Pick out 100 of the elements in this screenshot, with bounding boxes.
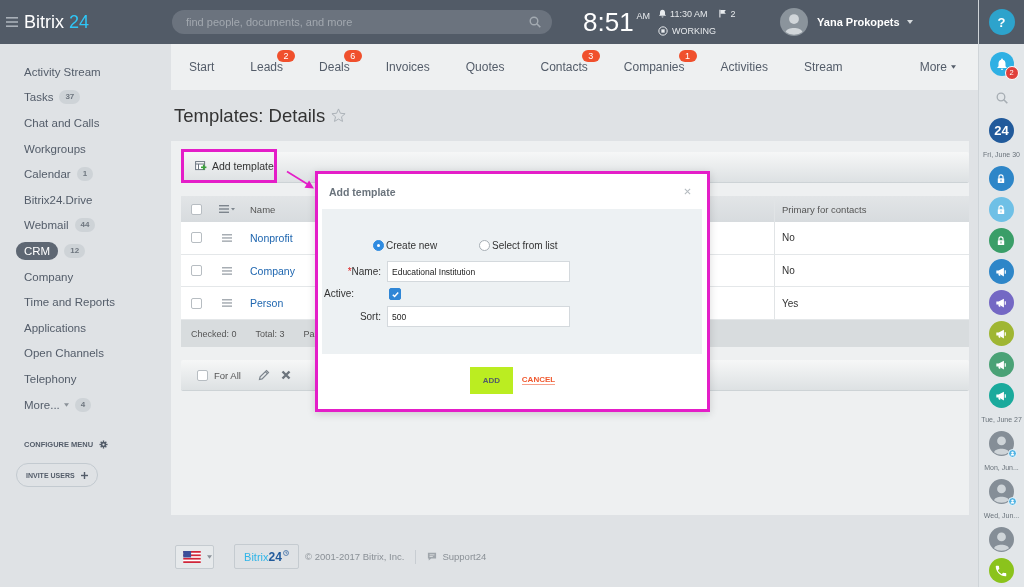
menu-icon[interactable] — [6, 17, 18, 27]
add-button[interactable]: ADD — [469, 366, 513, 394]
text-field[interactable]: 500 — [387, 306, 570, 327]
chat-icon[interactable] — [427, 552, 438, 561]
template-link[interactable]: Person — [250, 297, 284, 310]
pencil-icon[interactable] — [257, 369, 270, 382]
megaphone-icon[interactable] — [989, 352, 1014, 377]
annotation-arrow — [286, 170, 315, 191]
template-link[interactable]: Company — [250, 264, 295, 277]
text-field[interactable]: Educational Institution — [387, 261, 570, 282]
megaphone-icon[interactable] — [989, 383, 1014, 408]
checkbox[interactable] — [197, 369, 208, 381]
sidebar-item[interactable]: Open Channels — [24, 346, 104, 361]
counter-badge: 1 — [76, 167, 94, 182]
lock-icon[interactable] — [989, 228, 1014, 253]
caret-icon[interactable] — [951, 65, 956, 69]
nav-tab[interactable]: Deals 6 — [301, 44, 368, 90]
nav-tab[interactable]: Start — [171, 44, 233, 90]
record-icon[interactable] — [658, 25, 669, 36]
table-cell: Yes — [782, 297, 799, 309]
cancel-link[interactable]: CANCEL — [521, 375, 556, 385]
checkbox[interactable] — [389, 288, 401, 300]
sidebar-item[interactable]: Calendar — [24, 167, 71, 182]
nav-tab[interactable]: Activities — [702, 44, 786, 90]
star-icon[interactable] — [331, 108, 347, 123]
sidebar-item[interactable]: Webmail — [24, 218, 69, 233]
bell-icon[interactable] — [989, 52, 1014, 76]
template-link[interactable]: Nonprofit — [250, 231, 293, 244]
caret-icon[interactable] — [207, 554, 212, 559]
megaphone-icon[interactable] — [989, 290, 1014, 315]
checkbox[interactable] — [190, 297, 202, 309]
dialog-title: Add template — [329, 185, 396, 198]
radio-button[interactable] — [479, 239, 490, 251]
close-icon[interactable] — [684, 188, 691, 195]
column-header[interactable]: Name — [250, 203, 276, 215]
clock-period: AM — [636, 11, 651, 21]
counter-badge: 3 — [581, 50, 600, 62]
row-menu-icon[interactable] — [222, 233, 232, 242]
search-icon[interactable] — [995, 92, 1008, 104]
user-avatar[interactable] — [989, 431, 1014, 456]
nav-tab[interactable]: Invoices — [367, 44, 448, 90]
sidebar-item[interactable]: Bitrix24.Drive — [24, 192, 93, 207]
sidebar-item[interactable]: CRM — [16, 241, 59, 260]
field-label: Name: — [351, 266, 381, 277]
nav-tab[interactable]: Quotes — [447, 44, 523, 90]
sidebar-item[interactable]: Telephony — [24, 371, 77, 386]
language-dropdown[interactable] — [175, 544, 214, 569]
clock-icon — [282, 550, 289, 556]
nav-tab[interactable]: Stream — [785, 44, 861, 90]
settings-icon[interactable] — [99, 439, 109, 449]
checkbox[interactable] — [190, 232, 202, 244]
column-settings-icon[interactable] — [219, 204, 235, 214]
flag-count: 2 — [730, 8, 736, 19]
phone-icon[interactable] — [989, 558, 1014, 583]
add-template-button[interactable]: Add template — [195, 160, 274, 172]
row-menu-icon[interactable] — [222, 266, 232, 275]
checkbox[interactable] — [190, 265, 202, 277]
sidebar-item[interactable]: Company — [24, 269, 74, 284]
megaphone-icon[interactable] — [989, 259, 1014, 284]
logo[interactable]: Bitrix 24 — [24, 11, 90, 32]
chat-logo-button[interactable]: 24 — [989, 118, 1014, 143]
nav-tab[interactable]: More — [901, 44, 978, 90]
plus-icon[interactable] — [80, 471, 88, 479]
checkbox[interactable] — [190, 203, 202, 215]
lock-icon[interactable] — [989, 166, 1014, 191]
nav-tab[interactable]: Companies 1 — [605, 44, 703, 90]
search-icon[interactable] — [529, 16, 541, 28]
sidebar-item[interactable]: More... — [24, 397, 69, 412]
radio-label[interactable]: Select from list — [492, 239, 558, 251]
user-avatar[interactable] — [989, 479, 1014, 504]
sidebar-item[interactable]: Activity Stream — [24, 64, 101, 79]
counter-badge: 44 — [74, 218, 96, 233]
counter-badge: 6 — [343, 50, 362, 62]
sidebar-item[interactable]: Applications — [24, 320, 86, 335]
sidebar-item[interactable]: Chat and Calls — [24, 116, 100, 130]
flag-icon — [718, 9, 728, 18]
nav-tab[interactable]: Leads 2 — [232, 44, 302, 90]
sidebar-item[interactable]: Tasks — [24, 90, 54, 105]
for-all-label[interactable]: For All — [214, 369, 241, 381]
megaphone-icon[interactable] — [989, 321, 1014, 346]
user-avatar[interactable] — [989, 527, 1014, 552]
work-status[interactable]: WORKING — [672, 25, 717, 36]
sidebar-item[interactable]: Workgroups — [24, 141, 86, 156]
page-title: Templates: Details — [174, 104, 326, 127]
row-menu-icon[interactable] — [222, 299, 232, 308]
counter-badge: 2 — [277, 50, 296, 62]
lock-icon[interactable] — [989, 197, 1014, 222]
caret-icon[interactable] — [906, 20, 913, 24]
footer-logo[interactable]: Bitrix24 — [234, 544, 299, 569]
sidebar-item[interactable]: Time and Reports — [24, 295, 115, 310]
radio-button[interactable] — [373, 239, 384, 251]
copyright-text: © 2001-2017 Bitrix, Inc. — [305, 551, 405, 562]
caret-icon[interactable] — [63, 402, 69, 407]
user-avatar[interactable] — [780, 8, 809, 36]
nav-tab[interactable]: Contacts 3 — [522, 44, 606, 90]
alarm-bell-icon — [658, 9, 668, 18]
column-header[interactable]: Primary for contacts — [782, 203, 867, 215]
delete-icon[interactable] — [280, 370, 291, 381]
radio-label[interactable]: Create new — [386, 239, 438, 251]
user-name[interactable]: Yana Prokopets — [817, 16, 900, 28]
